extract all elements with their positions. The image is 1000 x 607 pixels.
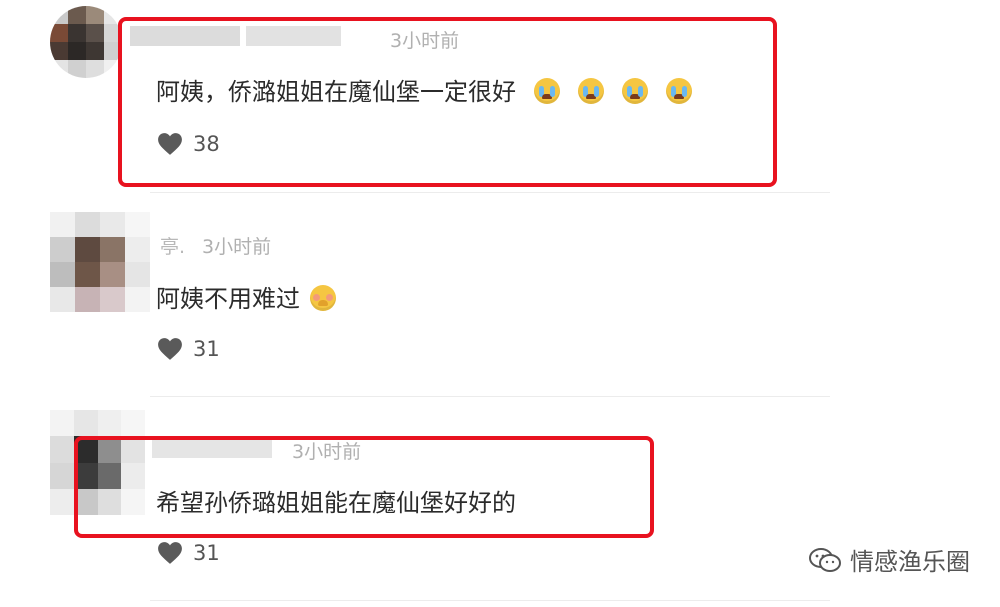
divider: [150, 396, 830, 397]
wechat-official-account-icon: [808, 546, 842, 574]
like-button[interactable]: 31: [157, 337, 220, 361]
comment-time: 3小时前: [202, 236, 272, 258]
highlight-box: [74, 436, 654, 538]
like-button[interactable]: 31: [157, 541, 220, 565]
avatar[interactable]: [50, 212, 150, 312]
heart-icon[interactable]: [157, 337, 183, 361]
avatar[interactable]: [50, 6, 122, 78]
divider: [150, 192, 830, 193]
like-count: 31: [193, 337, 220, 361]
watermark: 情感渔乐圈: [808, 542, 970, 577]
divider: [150, 600, 830, 601]
shy-hands-face-icon: [310, 285, 336, 311]
heart-icon[interactable]: [157, 541, 183, 565]
comment-text: 阿姨不用难过: [156, 279, 336, 314]
like-count: 31: [193, 541, 220, 565]
highlight-box: [118, 17, 777, 187]
comment-text-body: 阿姨不用难过: [156, 285, 300, 313]
username-partial[interactable]: 亭.: [160, 232, 185, 259]
watermark-text: 情感渔乐圈: [850, 548, 970, 576]
